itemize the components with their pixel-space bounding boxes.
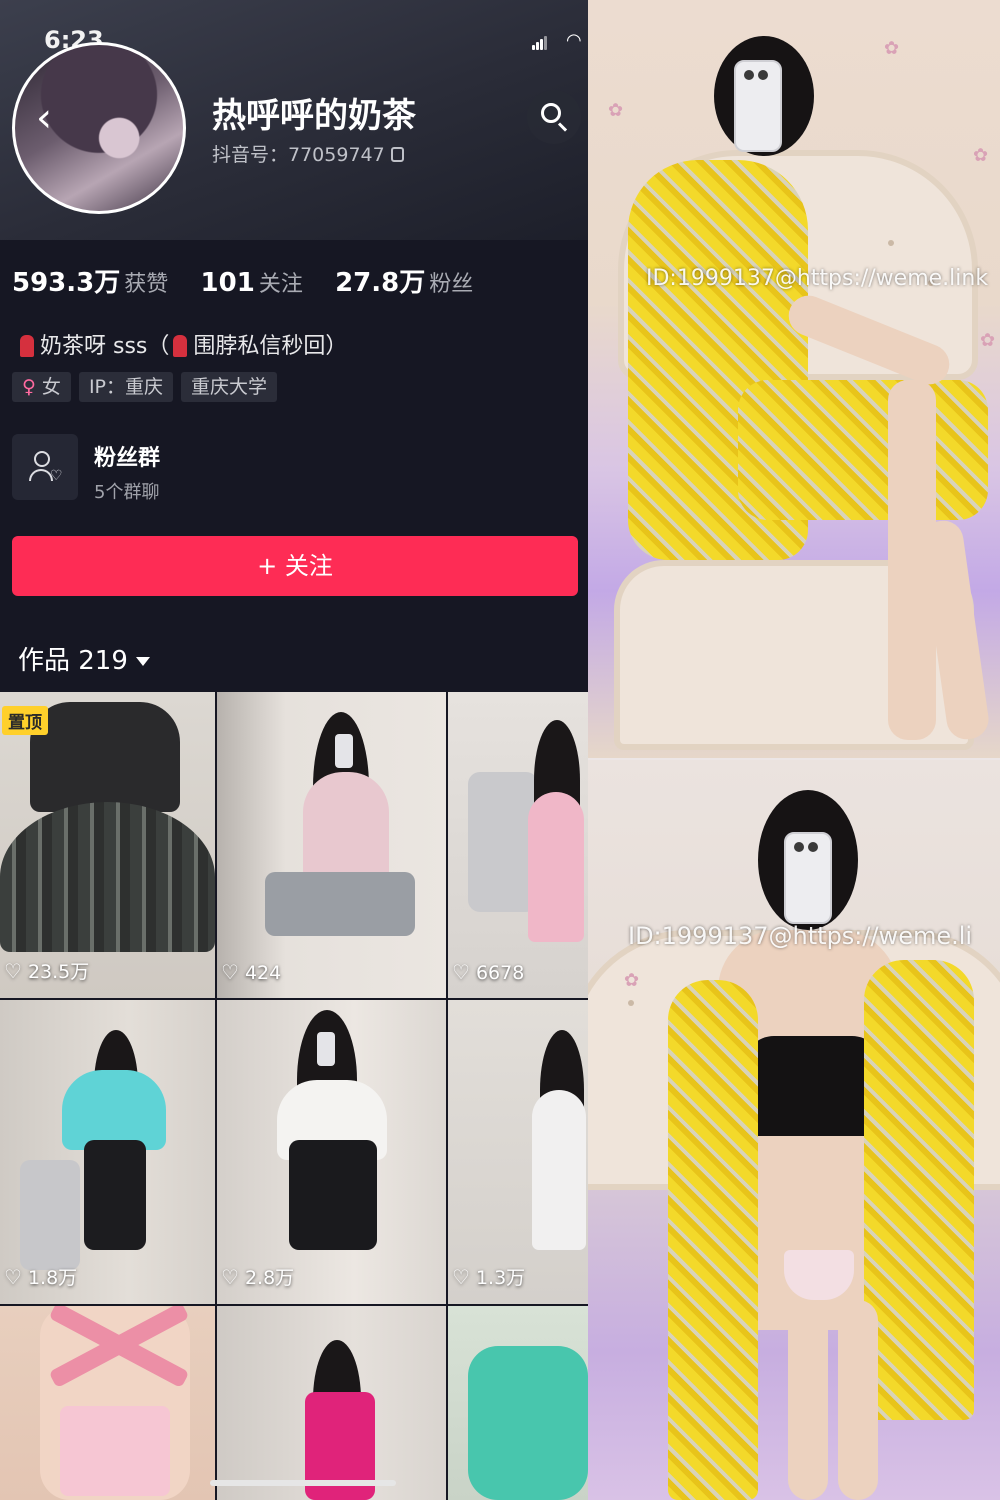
stat-followers-label: 粉丝 [429,272,474,297]
copy-icon[interactable] [390,147,404,162]
back-icon[interactable]: ‹ [26,98,62,138]
post-likes: ♡ 23.5万 [4,957,89,984]
profile-screen: 6:23 ◠ ‹ 热呼呼的奶茶 抖音号：77059747 593.3万 获赞 10… [0,0,588,1500]
profile-tags: ♀ 女 IP：重庆 重庆大学 [12,372,278,402]
fan-group-icon: ♡ [12,434,78,500]
post-thumbnail[interactable] [448,1306,588,1500]
post-thumbnail[interactable]: ♡ 424 [217,692,446,998]
home-indicator [210,1480,396,1486]
profile-header: 6:23 ◠ ‹ 热呼呼的奶茶 抖音号：77059747 [0,0,588,240]
post-thumbnail[interactable]: 置顶 ♡ 23.5万 [0,692,215,998]
post-likes-count: 23.5万 [27,961,90,983]
search-icon-handle [557,122,568,132]
stat-following[interactable]: 101 关注 [201,266,303,298]
post-likes: ♡ 424 [221,960,281,984]
profile-stats: 593.3万 获赞 101 关注 27.8万 粉丝 [12,262,497,299]
username: 热呼呼的奶茶 [212,96,416,136]
tag-gender: ♀ 女 [12,372,71,402]
phone-in-photo [734,60,782,152]
tag-school[interactable]: 重庆大学 [181,372,278,402]
post-likes: ♡ 1.3万 [452,1263,525,1290]
douyin-id: 抖音号：77059747 [212,140,404,167]
stat-likes-label: 获赞 [124,272,169,297]
follow-button[interactable]: + 关注 [12,536,578,596]
yellow-robe [668,980,758,1500]
tag-ip: IP：重庆 [78,372,173,402]
post-likes-count: 2.8万 [244,1267,295,1289]
stat-followers-value: 27.8万 [335,268,426,298]
douyin-id-text: 抖音号：77059747 [212,144,385,166]
works-label: 作品 219 [18,646,128,676]
stat-following-label: 关注 [258,272,303,297]
caret-down-icon [135,657,150,666]
post-likes: ♡ 1.8万 [4,1263,77,1290]
fan-group-title: 粉丝群 [94,446,161,471]
fan-group-subtitle: 5个群聊 [94,482,160,503]
heart-icon: ♡ [4,959,22,983]
post-thumbnail[interactable]: ♡ 1.8万 [0,1000,215,1304]
profile-bio: 奶茶呀 sss（ 围脖私信秒回） [16,328,347,360]
scarf-icon [20,335,34,357]
phone-in-photo [784,832,832,924]
stat-likes[interactable]: 593.3万 获赞 [12,262,168,299]
heart-icon: ♡ [221,960,239,984]
post-thumbnail[interactable] [217,1306,446,1500]
post-thumbnail[interactable]: ♡ 6678 [448,692,588,998]
post-likes: ♡ 2.8万 [221,1263,294,1290]
heart-icon: ♡ [4,1265,22,1289]
bio-text-2: 围脖私信秒回） [193,334,348,359]
bio-text-1: 奶茶呀 sss（ [40,334,170,359]
search-button[interactable] [527,90,581,144]
black-top [744,1036,882,1136]
post-thumbnail[interactable]: ♡ 2.8万 [217,1000,446,1304]
signal-icon [532,36,548,50]
heart-icon: ♡ [221,1265,239,1289]
female-icon: ♀ [22,376,36,398]
watermark-top: ID:1999137@https://weme.link [646,266,989,291]
post-likes-count: 1.8万 [27,1267,78,1289]
post-likes-count: 424 [244,962,282,984]
photo-top: ✿ ✿ ✿ ✿ ID:1999137@https://weme.link [588,0,1000,758]
fan-group-entry[interactable]: ♡ 粉丝群 5个群聊 [12,434,572,504]
post-likes: ♡ 6678 [452,960,524,984]
pinned-badge: 置顶 [2,706,48,735]
photo-bottom: ✿ ID:1999137@https://weme.li [588,760,1000,1500]
heart-icon: ♡ [452,1265,470,1289]
stat-following-value: 101 [200,268,255,298]
post-likes-count: 1.3万 [475,1267,526,1289]
scarf-icon [173,335,188,357]
post-likes-count: 6678 [475,962,525,984]
wifi-icon: ◠ [566,30,582,51]
stat-followers[interactable]: 27.8万 粉丝 [335,262,473,299]
post-thumbnail[interactable] [0,1306,215,1500]
heart-icon: ♡ [452,960,470,984]
watermark-bottom: ID:1999137@https://weme.li [628,922,973,950]
stat-likes-value: 593.3万 [12,268,121,298]
post-thumbnail[interactable]: ♡ 1.3万 [448,1000,588,1304]
works-tab[interactable]: 作品 219 [18,640,150,677]
posts-grid: 置顶 ♡ 23.5万 ♡ 424 ♡ 6678 ♡ 1.8万 ♡ 2.8万 ♡ … [0,692,588,1500]
tag-gender-text: 女 [41,376,61,398]
search-icon [541,103,561,123]
